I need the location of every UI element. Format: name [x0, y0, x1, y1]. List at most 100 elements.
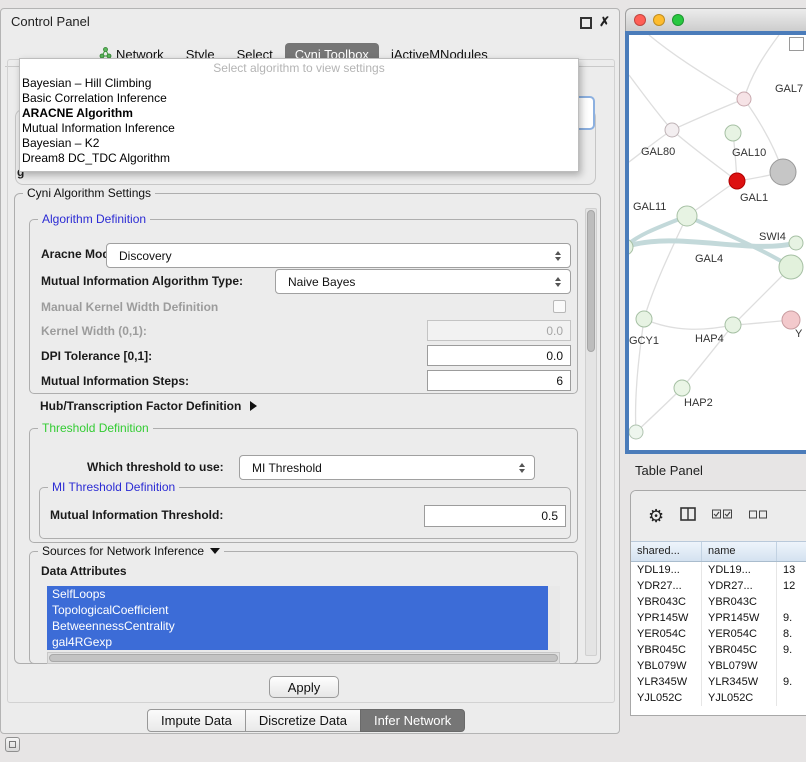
table-row[interactable]: YJL052CYJL052C	[631, 690, 806, 706]
dpi-tolerance-field[interactable]: 0.0	[427, 345, 571, 366]
network-node[interactable]	[782, 311, 800, 329]
table-row[interactable]: YBR043CYBR043C	[631, 594, 806, 610]
network-canvas[interactable]: GAL7 GAL80 GAL10 GAL1 GAL11 SWI4 GAL4 GC…	[625, 31, 806, 454]
which-threshold-dropdown[interactable]: MI Threshold	[239, 455, 535, 480]
mi-threshold-field[interactable]: 0.5	[424, 505, 566, 527]
table-row[interactable]: YER054CYER054C8.	[631, 626, 806, 642]
algorithm-option-selected[interactable]: ARACNE Algorithm	[20, 106, 578, 121]
table-cell: YLR345W	[702, 674, 777, 690]
settings-scrollbar[interactable]	[585, 208, 597, 656]
column-header-extra[interactable]	[777, 542, 806, 561]
network-window-titlebar[interactable]	[625, 8, 806, 31]
node-label: HAP2	[684, 397, 713, 409]
expand-right-icon	[250, 401, 257, 411]
node-label: SWI4	[759, 231, 786, 243]
attribute-item[interactable]: TopologicalCoefficient	[47, 602, 548, 618]
close-window-icon[interactable]	[634, 14, 646, 26]
network-node[interactable]	[779, 255, 803, 279]
network-node[interactable]	[636, 311, 652, 327]
table-cell: YDL19...	[631, 562, 702, 578]
algorithm-option[interactable]: Dream8 DC_TDC Algorithm	[20, 151, 578, 166]
network-edge[interactable]	[744, 35, 779, 99]
table-panel: ⚙ shared... name YDL19...YDL19...13 YDR2…	[630, 490, 806, 716]
table-row[interactable]: YDR27...YDR27...12	[631, 578, 806, 594]
column-header-shared-name[interactable]: shared...	[631, 542, 702, 561]
control-panel-window: Control Panel ✗ Network Style Select Cyn…	[0, 8, 620, 734]
network-nodes	[629, 92, 803, 439]
table-settings-gear-icon[interactable]: ⚙	[648, 507, 664, 525]
network-node[interactable]	[665, 123, 679, 137]
table-cell: YLR345W	[631, 674, 702, 690]
deselect-rows-icon[interactable]	[749, 507, 768, 525]
mi-threshold-definition-group: MI Threshold Definition Mutual Informati…	[39, 487, 571, 539]
network-node[interactable]	[725, 125, 741, 141]
algorithm-option[interactable]: Bayesian – K2	[20, 136, 578, 151]
kernel-width-field[interactable]: 0.0	[427, 320, 571, 341]
float-window-icon[interactable]	[580, 17, 592, 29]
attribute-item[interactable]: gal4RGexp	[47, 634, 548, 650]
attribute-item[interactable]: BetweennessCentrality	[47, 618, 548, 634]
zoom-window-icon[interactable]	[672, 14, 684, 26]
sources-title-text: Sources for Network Inference	[42, 544, 204, 558]
mi-steps-field[interactable]: 6	[427, 370, 571, 391]
attributes-horizontal-scrollbar[interactable]	[47, 652, 560, 664]
node-label: GAL1	[740, 192, 768, 204]
network-edge[interactable]	[629, 75, 672, 130]
apply-button[interactable]: Apply	[269, 676, 339, 698]
table-row[interactable]: YLR345WYLR345W9.	[631, 674, 806, 690]
node-label: GAL7	[775, 83, 803, 95]
table-row[interactable]: YPR145WYPR145W9.	[631, 610, 806, 626]
close-panel-icon[interactable]: ✗	[599, 14, 610, 30]
scrollbar-thumb[interactable]	[49, 654, 558, 662]
table-cell: 12	[777, 578, 806, 594]
network-edge[interactable]	[636, 388, 682, 432]
hub-definition-toggle[interactable]: Hub/Transcription Factor Definition	[40, 399, 257, 413]
network-node[interactable]	[677, 206, 697, 226]
tab-impute-data[interactable]: Impute Data	[147, 709, 246, 732]
data-attributes-list[interactable]: SelfLoops TopologicalCoefficient Between…	[47, 586, 560, 664]
column-selector-icon[interactable]	[680, 507, 696, 526]
bottom-tabs: Impute Data Discretize Data Infer Networ…	[148, 709, 465, 732]
network-node[interactable]	[789, 236, 803, 250]
node-label: GAL4	[695, 253, 723, 265]
mi-threshold-label: Mutual Information Threshold:	[50, 508, 223, 522]
manual-kernel-checkbox[interactable]	[553, 300, 566, 313]
algorithm-option[interactable]: Bayesian – Hill Climbing	[20, 76, 578, 91]
sources-title[interactable]: Sources for Network Inference	[38, 544, 224, 558]
table-row[interactable]: YBL079WYBL079W	[631, 658, 806, 674]
data-attributes-label: Data Attributes	[41, 564, 127, 578]
minimize-window-icon[interactable]	[653, 14, 665, 26]
dropdown-arrows-icon	[555, 251, 561, 261]
scrollbar-thumb[interactable]	[587, 210, 595, 352]
network-edge[interactable]	[644, 319, 733, 329]
table-cell: YBR043C	[702, 594, 777, 610]
table-cell	[777, 658, 806, 674]
attribute-item[interactable]: SelfLoops	[47, 586, 548, 602]
table-row[interactable]: YDL19...YDL19...13	[631, 562, 806, 578]
minimized-panel-icon[interactable]	[5, 737, 20, 752]
select-all-rows-icon[interactable]	[712, 507, 733, 525]
network-node[interactable]	[674, 380, 690, 396]
tab-discretize-data[interactable]: Discretize Data	[245, 709, 361, 732]
table-cell: YER054C	[631, 626, 702, 642]
network-node[interactable]	[629, 425, 643, 439]
node-label: GAL10	[732, 147, 766, 159]
aracne-mode-dropdown[interactable]: Discovery	[106, 243, 571, 268]
column-header-name[interactable]: name	[702, 542, 777, 561]
network-node-highlighted[interactable]	[729, 173, 745, 189]
table-row[interactable]: YBR045CYBR045C9.	[631, 642, 806, 658]
network-node-hub[interactable]	[770, 159, 796, 185]
which-threshold-value: MI Threshold	[252, 461, 322, 475]
network-node[interactable]	[737, 92, 751, 106]
algorithm-definition-group: Algorithm Definition Aracne Mode: Discov…	[29, 219, 578, 394]
threshold-definition-group: Threshold Definition Which threshold to …	[29, 428, 578, 543]
mi-type-dropdown[interactable]: Naive Bayes	[275, 269, 571, 294]
settings-group-title: Cyni Algorithm Settings	[23, 186, 155, 200]
network-node[interactable]	[725, 317, 741, 333]
mi-steps-label: Mutual Information Steps:	[41, 374, 189, 388]
network-edge[interactable]	[649, 35, 744, 99]
algorithm-option[interactable]: Basic Correlation Inference	[20, 91, 578, 106]
table-cell: YDL19...	[702, 562, 777, 578]
tab-infer-network[interactable]: Infer Network	[360, 709, 465, 732]
algorithm-option[interactable]: Mutual Information Inference	[20, 121, 578, 136]
